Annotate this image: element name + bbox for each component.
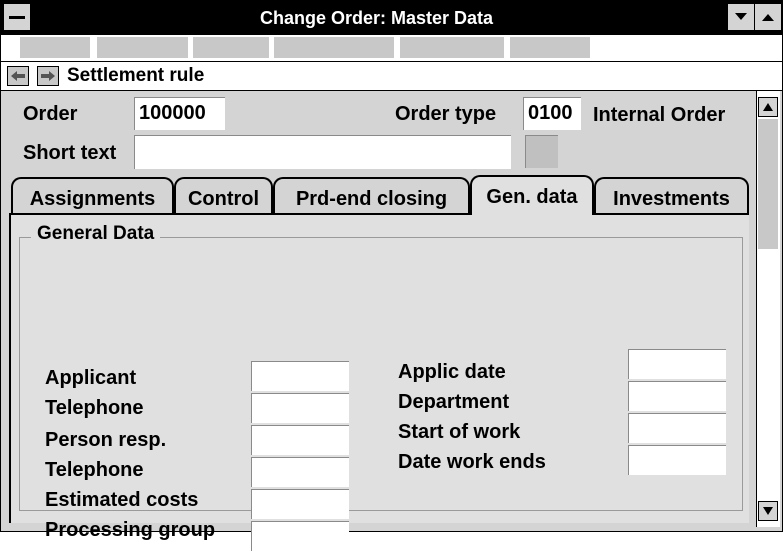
tab-prd-end-closing[interactable]: Prd-end closing bbox=[273, 177, 470, 213]
tab-control[interactable]: Control bbox=[174, 177, 273, 213]
scrollbar-thumb[interactable] bbox=[758, 119, 778, 249]
applic-date-label: Applic date bbox=[398, 361, 506, 383]
order-label: Order bbox=[23, 103, 78, 125]
processing-group-field[interactable] bbox=[251, 521, 349, 551]
date-work-ends-label: Date work ends bbox=[398, 451, 546, 473]
processing-group-label: Processing group bbox=[45, 519, 216, 541]
order-field[interactable]: 100000 bbox=[134, 97, 225, 130]
tab-gen-data[interactable]: Gen. data bbox=[470, 175, 594, 215]
toolbar-button[interactable] bbox=[97, 37, 188, 58]
vertical-scrollbar[interactable] bbox=[756, 91, 780, 527]
system-menu-icon[interactable] bbox=[3, 3, 31, 31]
toolbar-button[interactable] bbox=[20, 37, 90, 58]
toolbar-button[interactable] bbox=[510, 37, 590, 58]
applicant-telephone-field[interactable] bbox=[251, 393, 349, 423]
applicant-field[interactable] bbox=[251, 361, 349, 391]
short-text-label: Short text bbox=[23, 142, 117, 164]
estimated-costs-label: Estimated costs bbox=[45, 489, 199, 511]
back-arrow-icon[interactable] bbox=[7, 66, 29, 86]
order-type-label: Order type bbox=[395, 103, 497, 125]
tab-assignments[interactable]: Assignments bbox=[11, 177, 174, 213]
toolbar-button[interactable] bbox=[400, 37, 504, 58]
date-work-ends-field[interactable] bbox=[628, 445, 726, 475]
telephone-label: Telephone bbox=[45, 397, 144, 419]
applicant-label: Applicant bbox=[45, 367, 137, 389]
scroll-up-arrow-icon[interactable] bbox=[758, 97, 778, 117]
navigation-bar: Settlement rule bbox=[1, 62, 782, 91]
sap-window: Change Order: Master Data Settlement rul… bbox=[0, 0, 783, 551]
window-title: Change Order: Master Data bbox=[259, 8, 494, 28]
order-type-text: Internal Order bbox=[593, 104, 726, 126]
toolbar-button[interactable] bbox=[193, 37, 269, 58]
minimize-arrow-icon[interactable] bbox=[727, 3, 755, 31]
long-text-button[interactable] bbox=[525, 135, 558, 168]
gen-data-panel: General Data Applicant Telephone Person … bbox=[9, 213, 749, 551]
start-of-work-label: Start of work bbox=[398, 421, 521, 443]
start-of-work-field[interactable] bbox=[628, 413, 726, 443]
person-resp-telephone-field[interactable] bbox=[251, 457, 349, 487]
scroll-down-arrow-icon[interactable] bbox=[758, 501, 778, 521]
general-data-title: General Data bbox=[31, 223, 161, 245]
toolbar-button[interactable] bbox=[274, 37, 394, 58]
estimated-costs-field[interactable] bbox=[251, 489, 349, 519]
forward-arrow-icon[interactable] bbox=[37, 66, 59, 86]
department-field[interactable] bbox=[628, 381, 726, 411]
main-content: Order 100000 Order type 0100 Internal Or… bbox=[1, 91, 755, 551]
order-type-field[interactable]: 0100 bbox=[523, 97, 581, 130]
applic-date-field[interactable] bbox=[628, 349, 726, 379]
person-resp-field[interactable] bbox=[251, 425, 349, 455]
short-text-field[interactable] bbox=[134, 135, 511, 169]
maximize-arrow-icon[interactable] bbox=[754, 3, 782, 31]
tab-investments[interactable]: Investments bbox=[594, 177, 749, 213]
title-bar: Change Order: Master Data bbox=[1, 1, 782, 35]
person-resp-label: Person resp. bbox=[45, 429, 167, 451]
application-toolbar bbox=[1, 35, 782, 62]
telephone-label: Telephone bbox=[45, 459, 144, 481]
department-label: Department bbox=[398, 391, 510, 413]
settlement-rule-link[interactable]: Settlement rule bbox=[67, 62, 204, 90]
